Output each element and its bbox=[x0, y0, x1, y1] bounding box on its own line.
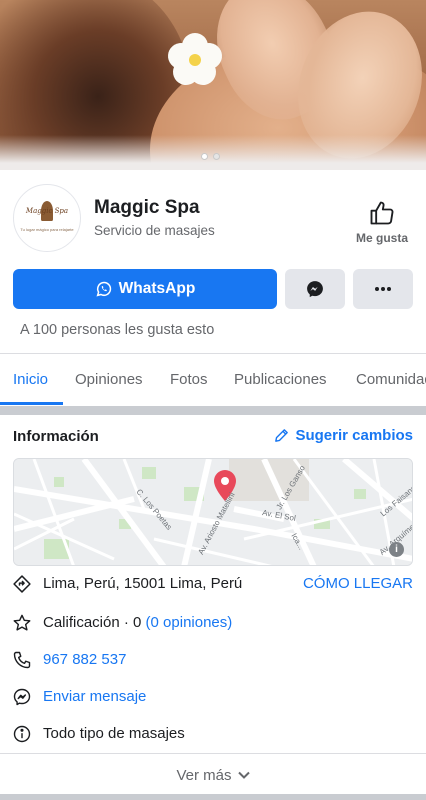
active-tab-indicator bbox=[0, 402, 63, 405]
location-map[interactable]: C. Los Poetas Av. Ariosto Matellini Av. … bbox=[13, 458, 413, 566]
thumbs-up-icon bbox=[370, 201, 394, 225]
tab-inicio[interactable]: Inicio bbox=[13, 354, 48, 406]
cover-photo[interactable] bbox=[0, 0, 426, 170]
whatsapp-icon bbox=[96, 281, 111, 297]
section-separator bbox=[0, 794, 426, 800]
section-separator bbox=[0, 406, 426, 415]
suggest-edits-button[interactable]: Sugerir cambios bbox=[273, 427, 413, 444]
pencil-icon bbox=[275, 429, 289, 442]
messenger-button[interactable] bbox=[285, 269, 345, 309]
like-label: Me gusta bbox=[355, 231, 408, 245]
reviews-link[interactable]: (0 opiniones) bbox=[146, 614, 233, 631]
phone-row[interactable]: 967 882 537 bbox=[0, 642, 426, 678]
like-button[interactable]: Me gusta bbox=[352, 199, 412, 245]
flower-icon bbox=[163, 27, 227, 90]
tab-opiniones[interactable]: Opiniones bbox=[75, 354, 143, 406]
messenger-icon bbox=[12, 687, 32, 707]
info-heading: Información bbox=[13, 428, 99, 445]
directions-icon bbox=[12, 574, 32, 594]
whatsapp-button[interactable]: WhatsApp bbox=[13, 269, 277, 309]
rating-value: Calificación · 0 bbox=[43, 614, 142, 631]
description-text: Todo tipo de masajes bbox=[43, 725, 185, 742]
carousel-indicator[interactable] bbox=[201, 153, 220, 160]
carousel-dot[interactable] bbox=[201, 153, 208, 160]
whatsapp-label: WhatsApp bbox=[118, 280, 196, 297]
chevron-down-icon bbox=[237, 771, 250, 779]
tab-fotos[interactable]: Fotos bbox=[170, 354, 208, 406]
likes-summary: A 100 personas les gusta esto bbox=[20, 322, 215, 338]
see-more-label: Ver más bbox=[176, 766, 232, 784]
send-message-link[interactable]: Enviar mensaje bbox=[43, 688, 146, 705]
message-row[interactable]: Enviar mensaje bbox=[0, 679, 426, 715]
tab-comunidad[interactable]: Comunidad bbox=[356, 354, 426, 406]
phone-number[interactable]: 967 882 537 bbox=[43, 651, 126, 668]
more-icon bbox=[375, 287, 391, 291]
address-row[interactable]: Lima, Perú, 15001 Lima, Perú CÓMO LLEGAR bbox=[0, 566, 426, 602]
see-more-button[interactable]: Ver más bbox=[0, 755, 426, 795]
phone-icon bbox=[12, 650, 32, 670]
logo-tagline: Tu lugar mágico para relajarte bbox=[20, 227, 74, 232]
rating-text: Calificación · 0 (0 opiniones) bbox=[43, 614, 232, 631]
info-icon bbox=[12, 724, 32, 744]
suggest-edits-label: Sugerir cambios bbox=[295, 427, 413, 444]
star-icon bbox=[12, 613, 32, 633]
more-button[interactable] bbox=[353, 269, 413, 309]
page-avatar[interactable]: Maggic Spa Tu lugar mágico para relajart… bbox=[13, 184, 81, 252]
map-canvas bbox=[14, 459, 412, 565]
description-row: Todo tipo de masajes bbox=[0, 716, 426, 752]
logo-text: Maggic Spa bbox=[25, 207, 69, 215]
page-category[interactable]: Servicio de masajes bbox=[94, 223, 215, 238]
address-text: Lima, Perú, 15001 Lima, Perú bbox=[43, 575, 243, 592]
action-bar: WhatsApp bbox=[13, 269, 413, 309]
carousel-dot[interactable] bbox=[213, 153, 220, 160]
messenger-icon bbox=[307, 281, 323, 298]
map-info-icon[interactable]: i bbox=[389, 542, 404, 557]
page-title: Maggic Spa bbox=[94, 197, 200, 218]
tab-bar: Inicio Opiniones Fotos Publicaciones Com… bbox=[0, 354, 426, 406]
rating-row: Calificación · 0 (0 opiniones) bbox=[0, 605, 426, 641]
divider bbox=[0, 753, 426, 754]
tab-publicaciones[interactable]: Publicaciones bbox=[234, 354, 327, 406]
get-directions-link[interactable]: CÓMO LLEGAR bbox=[303, 575, 413, 592]
